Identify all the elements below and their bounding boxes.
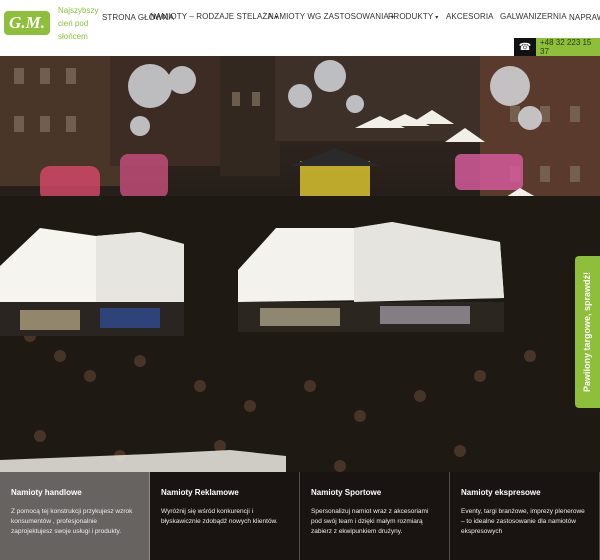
card-text: Wyróżnij się wśród konkurencji i błyskaw…: [161, 508, 278, 525]
card-sport-tents[interactable]: Namioty Sportowe Spersonalizuj namiot wr…: [300, 472, 450, 560]
chevron-down-icon: ▾: [435, 15, 439, 21]
card-text: Spersonalizuj namiot wraz z akcesoriami …: [311, 508, 429, 535]
nav-item-label: NAPRAWA NAMIOTÓW: [569, 13, 600, 22]
badge-label: Pawilony targowe, sprawdź!: [582, 271, 593, 393]
card-title: Namioty Sportowe: [311, 488, 382, 497]
card-express-tents[interactable]: Namioty ekspresowe Eventy, targi branżow…: [450, 472, 600, 560]
nav-item-frame-types[interactable]: NAMIOTY – RODZAJE STELAŻA ▾: [150, 12, 278, 21]
phone-number: +48 32 223 15 37: [540, 38, 592, 56]
phone-icon: ☎: [514, 38, 536, 56]
nav-item-home[interactable]: STRONA GŁÓWNA: [102, 12, 174, 24]
card-title: Namioty handlowe: [11, 488, 82, 497]
card-title: Namioty ekspresowe: [461, 488, 541, 497]
card-text: Z pomocą tej konstrukcji przykujesz wzro…: [11, 508, 133, 535]
category-cards: Namioty handlowe Z pomocą tej konstrukcj…: [0, 472, 600, 560]
nav-item-accessories[interactable]: AKCESORIA: [446, 12, 494, 21]
card-trade-tents[interactable]: Namioty handlowe Z pomocą tej konstrukcj…: [0, 472, 150, 560]
card-text: Eventy, targi branżowe, imprezy plenerow…: [461, 508, 585, 535]
nav-item-label: NAMIOTY WG ZASTOSOWANIA: [268, 12, 389, 21]
site-header: G.M. Najszybszy cień pod słońcem STRONA …: [0, 0, 600, 56]
card-title: Namioty Reklamowe: [161, 488, 239, 497]
nav-item-by-use[interactable]: NAMIOTY WG ZASTOSOWANIA ▾: [268, 12, 394, 21]
nav-item-label: NAMIOTY – RODZAJE STELAŻA: [150, 12, 273, 21]
nav-item-label: AKCESORIA: [446, 12, 494, 21]
nav-item-repair[interactable]: NAPRAWA NAMIOTÓW: [569, 12, 600, 24]
nav-item-label: PRODUKTY: [388, 12, 434, 21]
nav-item-galvanizing[interactable]: GALWANIZERNIA: [500, 12, 567, 21]
site-tagline: Najszybszy cień pod słońcem: [58, 6, 99, 41]
site-logo[interactable]: G.M.: [4, 11, 50, 35]
card-advertising-tents[interactable]: Namioty Reklamowe Wyróżnij się wśród kon…: [150, 472, 300, 560]
trade-pavilions-badge[interactable]: Pawilony targowe, sprawdź!: [575, 256, 600, 408]
nav-item-products[interactable]: PRODUKTY ▾: [388, 12, 438, 21]
phone-contact[interactable]: ☎ +48 32 223 15 37: [514, 38, 600, 56]
nav-item-label: GALWANIZERNIA: [500, 12, 567, 21]
